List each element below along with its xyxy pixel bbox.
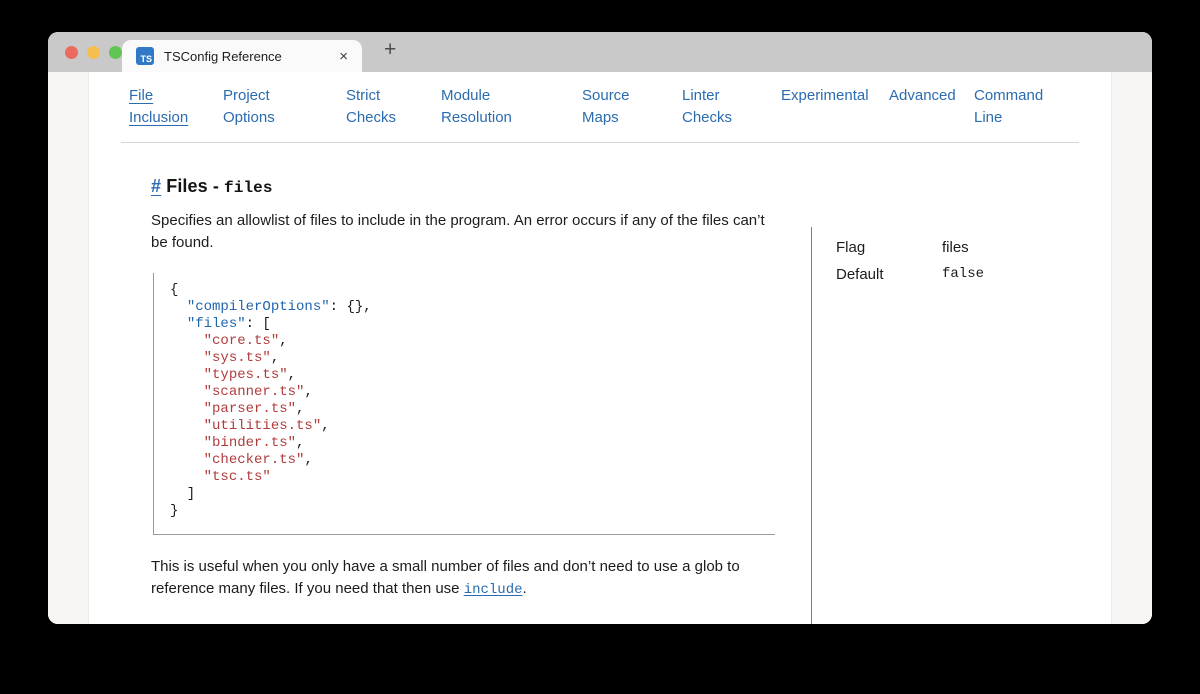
meta-row-default: Defaultfalse	[836, 261, 1111, 288]
outro-paragraph: This is useful when you only have a smal…	[151, 556, 779, 601]
json-code: { "compilerOptions": {}, "files": [ "cor…	[170, 282, 775, 520]
meta-value: files	[942, 234, 969, 261]
nav-item-file-inclusion[interactable]: FileInclusion	[129, 85, 223, 129]
tab-close-icon[interactable]: ×	[335, 48, 352, 65]
tab-bar: TS TSConfig Reference × +	[48, 32, 1152, 72]
nav-item-module-resolution[interactable]: ModuleResolution	[441, 85, 582, 129]
meta-row-flag: Flagfiles	[836, 234, 1111, 261]
anchor-link[interactable]: #	[151, 176, 161, 196]
browser-tab[interactable]: TS TSConfig Reference ×	[122, 40, 362, 72]
nav-item-project-options[interactable]: ProjectOptions	[223, 85, 346, 129]
nav-item-advanced[interactable]: Advanced	[889, 85, 974, 129]
top-nav: FileInclusionProjectOptionsStrictChecksM…	[89, 72, 1111, 129]
close-window-button[interactable]	[65, 46, 78, 59]
nav-item-experimental[interactable]: Experimental	[781, 85, 889, 129]
option-article: # Files - files Specifies an allowlist o…	[89, 176, 781, 601]
outro-text-after: .	[523, 580, 527, 597]
minimize-window-button[interactable]	[87, 46, 100, 59]
typescript-favicon-icon: TS	[136, 47, 154, 65]
page-title: # Files - files	[151, 176, 781, 197]
heading-text: Files -	[161, 176, 224, 196]
nav-divider	[121, 142, 1079, 143]
meta-label: Default	[836, 261, 942, 288]
new-tab-button[interactable]: +	[378, 38, 402, 62]
traffic-lights	[65, 46, 122, 59]
heading-code: files	[224, 179, 273, 197]
main-section: # Files - files Specifies an allowlist o…	[89, 176, 1111, 624]
meta-value: false	[942, 261, 984, 288]
page-content: FileInclusionProjectOptionsStrictChecksM…	[88, 72, 1112, 624]
page-background: FileInclusionProjectOptionsStrictChecksM…	[48, 72, 1152, 624]
tab-title: TSConfig Reference	[164, 49, 335, 64]
nav-item-source-maps[interactable]: SourceMaps	[582, 85, 682, 129]
browser-window: TS TSConfig Reference × + FileInclusionP…	[48, 32, 1152, 624]
intro-paragraph: Specifies an allowlist of files to inclu…	[151, 210, 779, 253]
meta-label: Flag	[836, 234, 942, 261]
zoom-window-button[interactable]	[109, 46, 122, 59]
nav-item-linter-checks[interactable]: LinterChecks	[682, 85, 781, 129]
code-block: { "compilerOptions": {}, "files": [ "cor…	[153, 273, 775, 535]
nav-item-command-line[interactable]: CommandLine	[974, 85, 1043, 129]
include-link[interactable]: include	[464, 582, 523, 598]
outro-text-before: This is useful when you only have a smal…	[151, 558, 740, 597]
nav-item-strict-checks[interactable]: StrictChecks	[346, 85, 441, 129]
option-meta-sidebar: FlagfilesDefaultfalse	[811, 227, 1111, 624]
